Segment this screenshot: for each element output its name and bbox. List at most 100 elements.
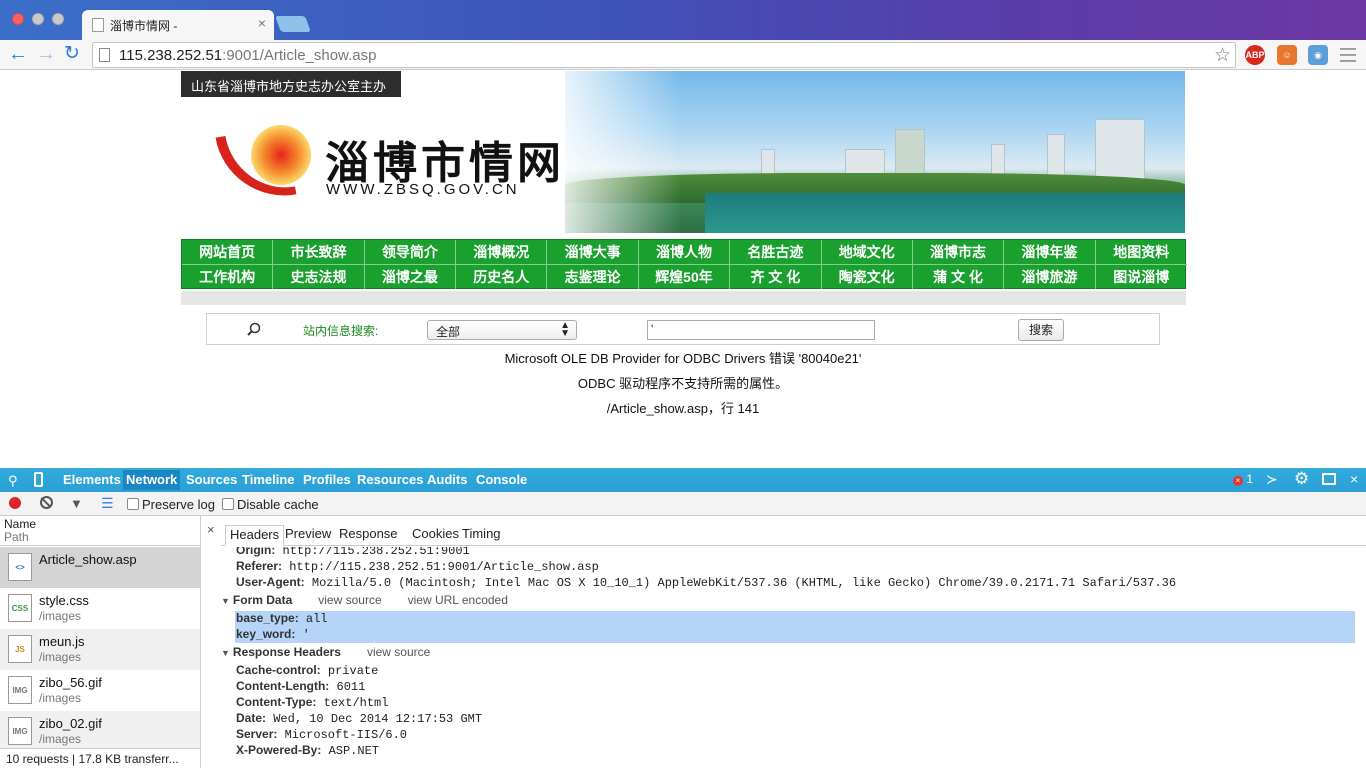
nav-item[interactable]: 蒲 文 化 — [913, 265, 1005, 289]
camera-extension-icon[interactable]: ◉ — [1308, 45, 1328, 65]
request-row[interactable]: IMG zibo_56.gif/images — [0, 670, 200, 711]
new-tab-button[interactable] — [275, 16, 311, 32]
request-list-header[interactable]: Name Path — [0, 516, 200, 546]
window-maximize-button[interactable] — [52, 13, 64, 25]
header-line: Date: Wed, 10 Dec 2014 12:17:53 GMT — [236, 711, 482, 726]
nav-item[interactable]: 淄博之最 — [365, 265, 457, 289]
request-name: meun.js — [39, 634, 85, 649]
filter-icon[interactable]: ▼ — [70, 496, 83, 511]
nav-item[interactable]: 淄博年鉴 — [1004, 240, 1096, 264]
nav-item[interactable]: 淄博人物 — [639, 240, 731, 264]
header-line: Referer: http://115.238.252.51:9001/Arti… — [236, 559, 599, 574]
section-title: Form Data — [232, 593, 293, 607]
nav-item[interactable]: 名胜古迹 — [730, 240, 822, 264]
tab-audits[interactable]: Audits — [427, 472, 467, 487]
search-input[interactable]: ' — [647, 320, 875, 340]
close-icon[interactable]: × — [207, 522, 215, 537]
tab-headers[interactable]: Headers — [225, 525, 285, 546]
nav-item[interactable]: 辉煌50年 — [639, 265, 731, 289]
request-row[interactable]: <> Article_show.asp — [0, 547, 200, 588]
url-text[interactable]: 115.238.252.51:9001/Article_show.asp — [119, 47, 376, 64]
nav-item[interactable]: 齐 文 化 — [730, 265, 822, 289]
back-icon[interactable]: ← — [8, 43, 28, 65]
nav-item[interactable]: 淄博概况 — [456, 240, 548, 264]
dock-side-icon[interactable] — [1322, 473, 1336, 485]
request-row[interactable]: IMG zibo_02.gif/images — [0, 711, 200, 752]
tab-close-icon[interactable]: × — [258, 15, 266, 31]
error-description: ODBC 驱动程序不支持所需的属性。 — [577, 376, 789, 391]
reload-icon[interactable]: ↻ — [64, 43, 80, 65]
header-key: Server: — [236, 727, 278, 741]
response-headers-section[interactable]: ▼ Response Headers view source — [221, 645, 430, 659]
close-icon[interactable]: × — [1350, 471, 1358, 487]
search-type-select[interactable]: 全部 ▲ ▼ — [427, 320, 577, 340]
tab-elements[interactable]: Elements — [63, 472, 121, 487]
request-row[interactable]: CSS style.css/images — [0, 588, 200, 629]
nav-item[interactable]: 历史名人 — [456, 265, 548, 289]
section-title: Response Headers — [232, 645, 341, 659]
nav-item[interactable]: 史志法规 — [273, 265, 365, 289]
nav-item[interactable]: 淄博旅游 — [1004, 265, 1096, 289]
header-value: 6011 — [336, 680, 366, 694]
search-label: 站内信息搜索: — [303, 324, 379, 338]
error-count: 1 — [1246, 472, 1254, 486]
view-url-encoded-link[interactable]: view URL encoded — [408, 593, 508, 607]
browser-tab[interactable]: 淄博市情网 - × — [82, 10, 274, 40]
window-close-button[interactable] — [12, 13, 24, 25]
site-logo — [215, 121, 311, 207]
view-source-link[interactable]: view source — [318, 593, 381, 607]
preserve-log-checkbox[interactable] — [127, 498, 139, 510]
large-rows-icon[interactable]: ☰ — [101, 495, 114, 512]
nav-item[interactable]: 陶瓷文化 — [822, 265, 913, 289]
extension-icon[interactable]: ☺ — [1277, 45, 1297, 65]
nav-item[interactable]: 图说淄博 — [1096, 265, 1187, 289]
nav-item[interactable]: 淄博大事 — [547, 240, 639, 264]
disable-cache-checkbox[interactable] — [222, 498, 234, 510]
nav-item[interactable]: 志鉴理论 — [547, 265, 639, 289]
window-minimize-button[interactable] — [32, 13, 44, 25]
tab-timing[interactable]: Timing — [462, 526, 501, 541]
tab-profiles[interactable]: Profiles — [303, 472, 351, 487]
tab-network[interactable]: Network — [123, 470, 181, 490]
gear-icon[interactable]: ⚙ — [1294, 469, 1309, 489]
request-detail: × Headers Preview Response Cookies Timin… — [201, 516, 1366, 768]
console-drawer-icon[interactable]: ≻ — [1266, 471, 1278, 488]
device-mode-icon[interactable] — [34, 472, 43, 487]
nav-item[interactable]: 领导简介 — [365, 240, 457, 264]
view-source-link[interactable]: view source — [367, 645, 430, 659]
expand-triangle-icon: ▼ — [221, 596, 230, 606]
header-line: X-Powered-By: ASP.NET — [236, 743, 379, 758]
error-count-badge[interactable]: × 1 — [1233, 472, 1253, 486]
nav-item[interactable]: 网站首页 — [182, 240, 274, 264]
nav-item[interactable]: 地域文化 — [822, 240, 913, 264]
search-button[interactable]: 搜索 — [1018, 319, 1064, 341]
inspect-search-icon[interactable]: ⚲ — [8, 473, 18, 489]
nav-item[interactable]: 工作机构 — [182, 265, 274, 289]
record-icon[interactable] — [9, 497, 21, 509]
menu-icon[interactable]: — — — — [1340, 41, 1356, 69]
tab-resources[interactable]: Resources — [357, 472, 423, 487]
form-field: key_word: ' — [236, 627, 310, 642]
bookmark-star-icon[interactable]: ☆ — [1214, 44, 1231, 67]
column-name: Name — [4, 517, 37, 531]
tab-timeline[interactable]: Timeline — [242, 472, 295, 487]
request-row[interactable]: JS meun.js/images — [0, 629, 200, 670]
nav-item[interactable]: 市长致辞 — [273, 240, 365, 264]
tab-preview[interactable]: Preview — [285, 526, 331, 541]
tab-sources[interactable]: Sources — [186, 472, 237, 487]
file-type-icon: JS — [8, 635, 32, 663]
clear-icon[interactable] — [40, 496, 53, 509]
forward-icon[interactable]: → — [36, 43, 56, 65]
nav-item[interactable]: 淄博市志 — [913, 240, 1005, 264]
tab-response[interactable]: Response — [339, 526, 398, 541]
adblock-extension-icon[interactable]: ABP — [1245, 45, 1265, 65]
form-data-section[interactable]: ▼ Form Data view source view URL encoded — [221, 593, 508, 607]
nav-item[interactable]: 地图资料 — [1096, 240, 1187, 264]
tab-console[interactable]: Console — [476, 472, 527, 487]
request-name: zibo_56.gif — [39, 675, 102, 690]
header-key: Date: — [236, 711, 267, 725]
field-value: all — [305, 612, 328, 626]
header-key: Origin: — [236, 547, 276, 557]
address-bar[interactable]: 115.238.252.51:9001/Article_show.asp ☆ — [92, 42, 1236, 68]
tab-cookies[interactable]: Cookies — [412, 526, 459, 541]
